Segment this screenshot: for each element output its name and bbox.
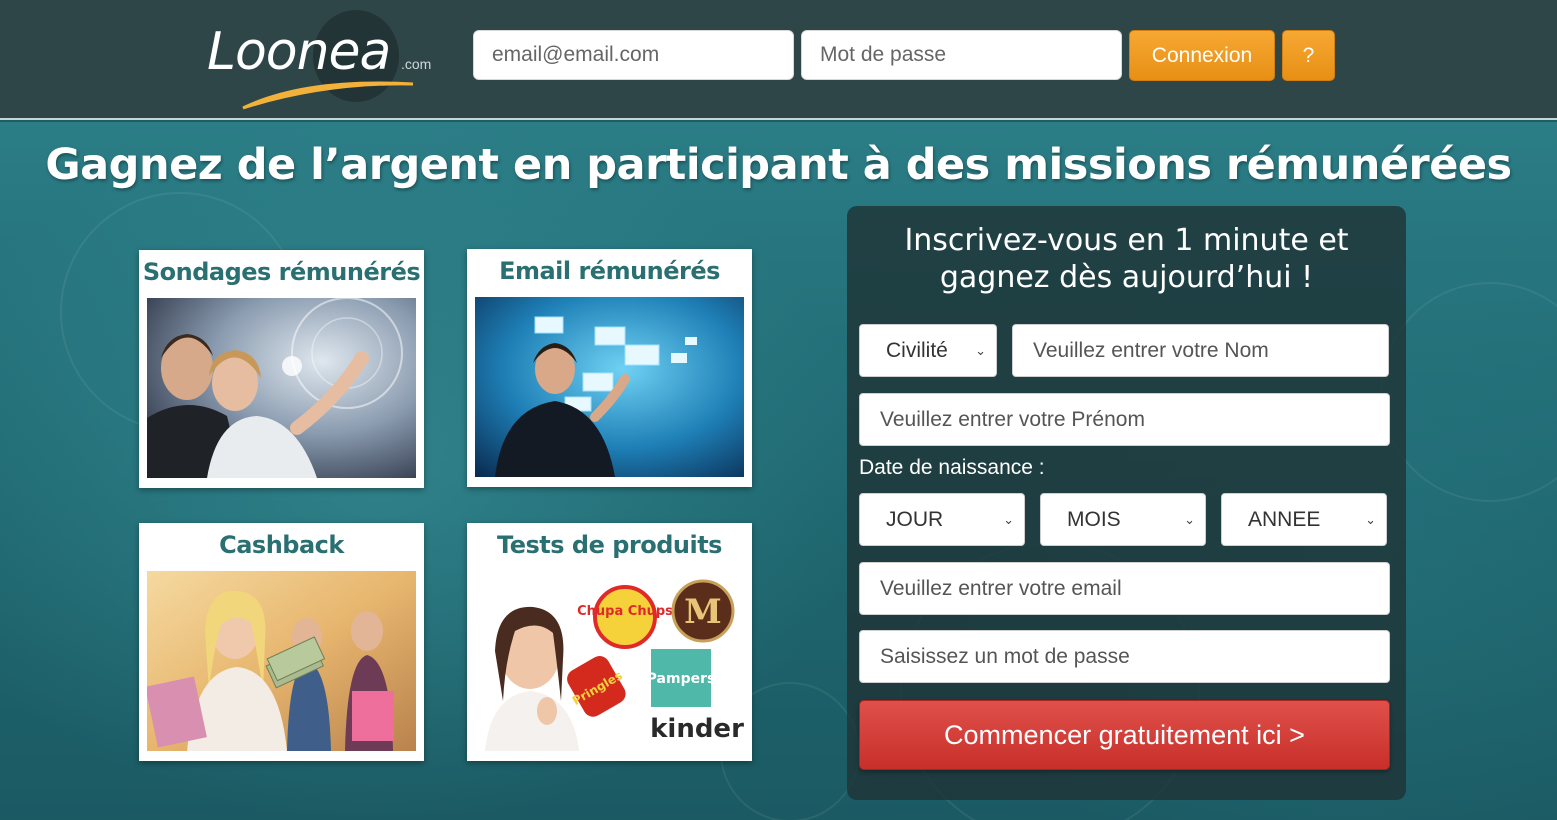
signup-panel: Inscrivez-vous en 1 minute et gagnez dès…	[847, 206, 1406, 800]
signup-password-input[interactable]: Saisissez un mot de passe	[859, 630, 1390, 683]
login-password-input[interactable]	[801, 30, 1122, 80]
logo-swoosh-icon	[242, 81, 414, 110]
decor-ring	[1380, 282, 1557, 502]
hero-headline: Gagnez de l’argent en participant à des …	[45, 140, 1512, 190]
signup-title-line1: Inscrivez-vous en 1 minute et	[904, 223, 1349, 258]
card-cashback[interactable]: Cashback	[139, 523, 424, 761]
birth-year-select[interactable]: ANNEE ⌄	[1221, 493, 1387, 546]
chevron-down-icon: ⌄	[1003, 511, 1014, 527]
chupa-chups-logo: Chupa Chups	[577, 604, 673, 619]
emails-photo	[475, 297, 744, 477]
card-emails[interactable]: Email rémunérés	[467, 249, 752, 487]
kinder-logo: kinder	[650, 714, 744, 744]
surveys-photo	[147, 298, 416, 478]
login-email-input[interactable]	[473, 30, 794, 80]
birth-month-select[interactable]: MOIS ⌄	[1040, 493, 1206, 546]
last-name-input[interactable]: Veuillez entrer votre Nom	[1012, 324, 1389, 377]
magnum-logo: M	[684, 592, 722, 632]
product-tests-photo: Chupa Chups M Pringles Pampers kinder	[475, 571, 744, 751]
start-free-button[interactable]: Commencer gratuitement ici >	[859, 700, 1390, 770]
chevron-down-icon: ⌄	[1365, 511, 1376, 527]
loonea-logo[interactable]: Loonea .com	[205, 8, 445, 112]
card-title: Tests de produits	[497, 531, 722, 559]
chevron-down-icon: ⌄	[1184, 511, 1195, 527]
first-name-input[interactable]: Veuillez entrer votre Prénom	[859, 393, 1390, 446]
civility-value: Civilité	[886, 338, 948, 362]
signup-title-line2: gagnez dès aujourd’hui !	[939, 260, 1314, 295]
birth-day-value: JOUR	[886, 507, 944, 531]
card-product-tests[interactable]: Tests de produits Chupa Chups M Pringles…	[467, 523, 752, 761]
birth-month-value: MOIS	[1067, 507, 1121, 531]
birth-year-value: ANNEE	[1248, 507, 1321, 531]
login-button[interactable]: Connexion	[1129, 30, 1275, 81]
pampers-logo: Pampers	[647, 671, 716, 687]
cashback-photo	[147, 571, 416, 751]
card-title: Cashback	[219, 531, 344, 559]
card-surveys[interactable]: Sondages rémunérés	[139, 250, 424, 488]
birth-date-label: Date de naissance :	[859, 456, 1045, 479]
chevron-down-icon: ⌄	[975, 342, 986, 358]
top-bar: Loonea .com Connexion ?	[0, 0, 1557, 120]
hero-section: Gagnez de l’argent en participant à des …	[0, 122, 1557, 820]
help-button[interactable]: ?	[1282, 30, 1335, 81]
civility-select[interactable]: Civilité ⌄	[859, 324, 997, 377]
card-title: Email rémunérés	[499, 257, 720, 285]
birth-day-select[interactable]: JOUR ⌄	[859, 493, 1025, 546]
card-title: Sondages rémunérés	[142, 258, 421, 286]
signup-title: Inscrivez-vous en 1 minute et gagnez dès…	[847, 222, 1406, 296]
signup-email-input[interactable]: Veuillez entrer votre email	[859, 562, 1390, 615]
